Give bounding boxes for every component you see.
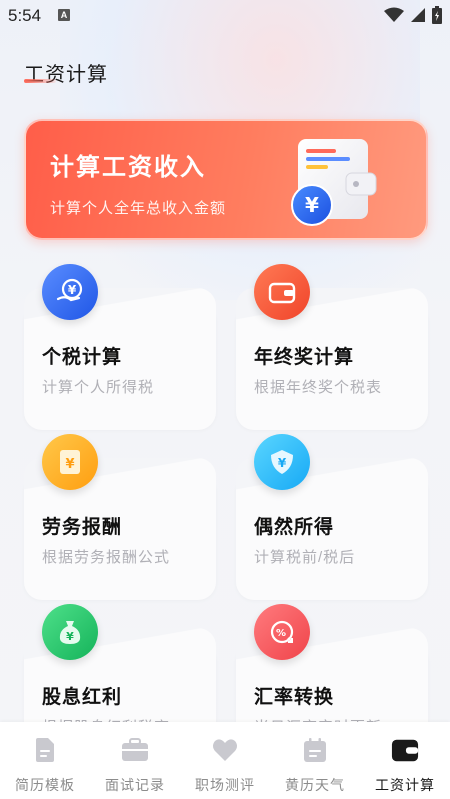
heart-icon [211, 736, 239, 764]
wallet-icon [254, 264, 310, 320]
wallet-yen-icon: ¥ [291, 139, 377, 226]
tab-label: 职场测评 [195, 777, 255, 793]
card-subtitle: 计算个人所得税 [42, 379, 155, 396]
tab-label: 简历模板 [15, 777, 75, 793]
tab-label: 工资计算 [375, 777, 435, 793]
card-title: 劳务报酬 [42, 517, 123, 538]
yen-shield-icon: ¥ [254, 434, 310, 490]
yen-hand-icon: ¥ [42, 264, 98, 320]
card-title: 汇率转换 [254, 687, 335, 708]
bottom-tab-bar: 简历模板 面试记录 职场测评 黄历天气 工资计算 [0, 722, 450, 799]
banner-subtitle: 计算个人全年总收入金额 [50, 200, 227, 217]
card-title: 年终奖计算 [254, 347, 355, 368]
card-title: 偶然所得 [254, 517, 335, 538]
card-year-end-bonus[interactable]: 年终奖计算 根据年终奖个税表 [236, 264, 428, 430]
card-subtitle: 计算税前/税后 [254, 549, 356, 566]
wallet-icon [391, 736, 419, 764]
tab-label: 黄历天气 [285, 777, 345, 793]
salary-income-banner[interactable]: 计算工资收入 计算个人全年总收入金额 ¥ [24, 119, 428, 240]
status-bar: 5:54 A [0, 0, 450, 32]
card-title: 个税计算 [42, 347, 123, 368]
card-subtitle: 根据年终奖个税表 [254, 379, 383, 396]
tab-assessment[interactable]: 职场测评 [180, 722, 270, 799]
tab-salary[interactable]: 工资计算 [360, 722, 450, 799]
signal-icon [411, 8, 425, 22]
card-title: 股息红利 [42, 687, 123, 708]
banner-title: 计算工资收入 [50, 154, 206, 181]
yen-moneybag-icon: ¥ [42, 604, 98, 660]
card-income-tax[interactable]: ¥ 个税计算 计算个人所得税 [24, 264, 216, 430]
svg-text:¥: ¥ [68, 283, 77, 297]
card-subtitle: 根据劳务报酬公式 [42, 549, 171, 566]
svg-text:¥: ¥ [305, 193, 319, 217]
percent-exchange-icon: % [254, 604, 310, 660]
svg-text:%: % [276, 628, 286, 639]
resume-icon [31, 736, 59, 764]
svg-text:¥: ¥ [278, 456, 287, 470]
wifi-icon [384, 7, 404, 22]
svg-text:¥: ¥ [65, 457, 74, 472]
notification-a-icon: A [58, 9, 70, 21]
calendar-icon [301, 736, 329, 764]
briefcase-icon [121, 736, 149, 764]
tab-resume[interactable]: 简历模板 [0, 722, 90, 799]
status-time: 5:54 [8, 6, 42, 25]
status-icons [384, 6, 442, 24]
svg-text:¥: ¥ [66, 630, 74, 643]
battery-icon [432, 6, 442, 24]
tab-label: 面试记录 [105, 777, 165, 793]
tab-almanac[interactable]: 黄历天气 [270, 722, 360, 799]
yen-envelope-icon: ¥ [42, 434, 98, 490]
title-underline [24, 79, 56, 83]
tab-interview[interactable]: 面试记录 [90, 722, 180, 799]
card-occasional-income[interactable]: ¥ 偶然所得 计算税前/税后 [236, 434, 428, 600]
card-labor-remuneration[interactable]: ¥ 劳务报酬 根据劳务报酬公式 [24, 434, 216, 600]
